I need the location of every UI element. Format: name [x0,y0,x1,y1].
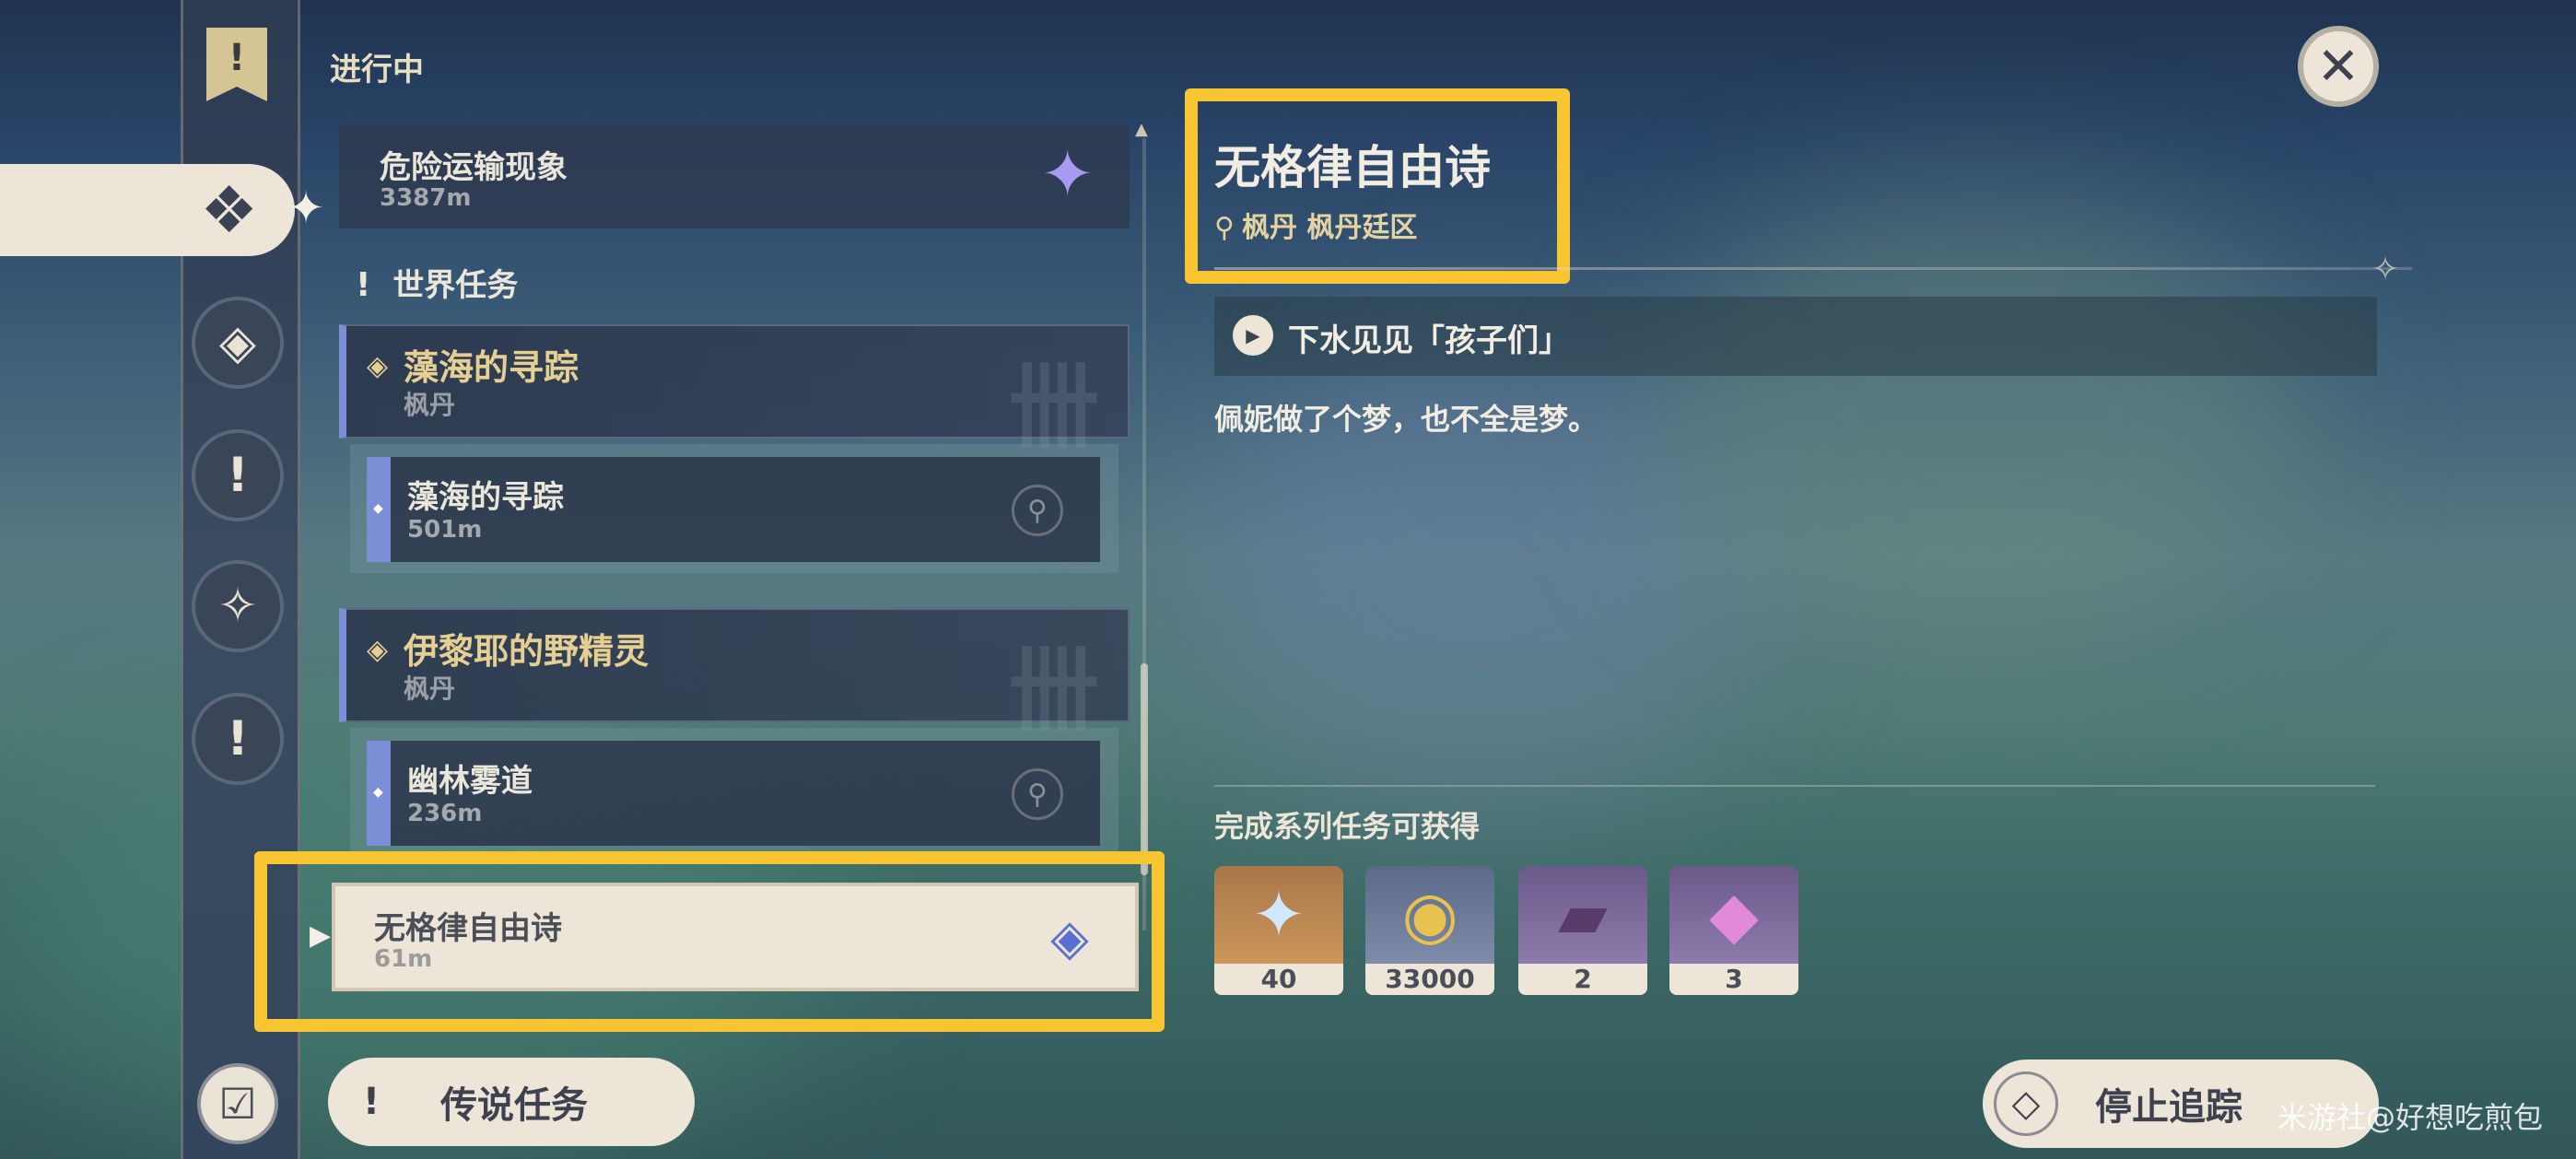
legend-quests-button[interactable]: ! 传说任务 [328,1058,695,1146]
reward-count: 2 [1518,964,1647,995]
diamond-exclaim-icon: ◈ [219,315,256,370]
subquest-title: 藻海的寻踪 [407,479,564,516]
map-pin-icon[interactable]: ⚲ [1012,485,1063,536]
subquest-distance: 236m [407,800,483,827]
rewards-divider [1214,785,2375,787]
source-watermark: 米游社@好想吃煎包 [2277,1100,2544,1135]
rail-tab-story-quests[interactable]: ! [192,429,284,521]
exclaim-icon: ! [356,266,371,304]
quest-group-title: 伊黎耶的野精灵 [404,631,650,672]
quest-item-top[interactable]: 危险运输现象 3387m ✦ [339,125,1130,228]
primogem-icon: ✦ [1251,877,1306,953]
diamond-icon: ◈ [367,350,389,382]
star-diamond-icon: ✧ [217,579,258,634]
reward-item[interactable]: ◉ 33000 [1365,866,1494,995]
section-heading: 进行中 [330,52,424,88]
mora-icon: ◉ [1401,877,1458,953]
reward-count: 40 [1214,964,1343,995]
divider-star-icon: ✧ [2371,251,2400,288]
reward-count: 3 [1669,964,1798,995]
world-quest-heading-label: 世界任务 [392,267,519,304]
rewards-label: 完成系列任务可获得 [1214,809,1481,844]
rail-tab-archon-quests[interactable]: ◈ [192,297,284,389]
reward-item[interactable]: ▰ 2 [1518,866,1647,995]
quest-log-settings-button[interactable]: ☑ [197,1063,278,1144]
reward-count: 33000 [1365,964,1494,995]
diamond-marker-icon: ◆ [373,501,383,516]
rail-tab-commissions[interactable]: ! [192,693,284,785]
quest-description: 佩妮做了个梦，也不全是梦。 [1214,402,1598,437]
mystic-enhancement-ore-icon: ◆ [1709,877,1759,953]
rail-tab-world-quests[interactable]: ✧ [192,560,284,652]
scrollbar-thumb[interactable] [1141,663,1148,875]
legend-quests-label: 传说任务 [440,1084,588,1127]
subquest-row[interactable]: ◆ 幽林雾道 236m ⚲ [367,741,1100,846]
reward-item[interactable]: ✦ 40 [1214,866,1343,995]
play-arrow-icon: ▶ [1233,315,1273,356]
detail-divider [1214,267,2412,270]
heros-wit-book-icon: ▰ [1558,877,1608,953]
subquest-title: 幽林雾道 [407,763,533,800]
stop-tracking-label: 停止追踪 [2095,1086,2242,1129]
reward-item[interactable]: ◆ 3 [1669,866,1798,995]
exclaim-icon: ! [227,448,249,503]
close-button[interactable]: ✕ [2298,26,2379,107]
diamond-marker-icon: ◆ [373,785,383,800]
close-icon: ✕ [2316,36,2360,97]
current-step-text: 下水见见「孩子们」 [1288,322,1570,359]
quest-group-title: 藻海的寻踪 [404,347,580,388]
scroll-up-arrow[interactable]: ▲ [1135,120,1148,139]
quest-distance: 3387m [380,184,472,212]
diamond-icon: ◈ [367,634,389,666]
map-pin-icon[interactable]: ⚲ [1012,768,1063,820]
legend-exclaim-icon: ! [362,1081,381,1123]
exclaim-icon: ! [227,711,249,767]
rail-tab-event-quests[interactable]: ❖ [0,164,295,256]
quest-title: 危险运输现象 [380,149,568,186]
diamond-outline-icon: ◇ [1994,1071,2058,1136]
quest-group-region: 枫丹 [404,673,456,704]
four-diamond-icon: ❖ [200,172,258,248]
current-step-bar: ▶ 下水见见「孩子们」 [1214,297,2377,376]
quest-group-row[interactable]: ◈ 伊黎耶的野精灵 枫丹 卌 [339,608,1130,744]
checklist-icon: ☑ [218,1079,257,1129]
background-blur [1658,184,2303,645]
quest-group-row[interactable]: ◈ 藻海的寻踪 枫丹 卌 [339,324,1130,461]
subquest-distance: 501m [407,516,483,544]
quest-group-region: 枫丹 [404,390,456,420]
subquest-row[interactable]: ◆ 藻海的寻踪 501m ⚲ [367,457,1100,562]
sparkle-icon: ✦ [287,182,325,234]
selected-quest-highlight [254,851,1165,1032]
detail-title-highlight [1185,88,1570,284]
purple-star-quest-icon: ✦ [1040,136,1095,212]
world-quest-heading: ! 世界任务 [356,260,518,305]
